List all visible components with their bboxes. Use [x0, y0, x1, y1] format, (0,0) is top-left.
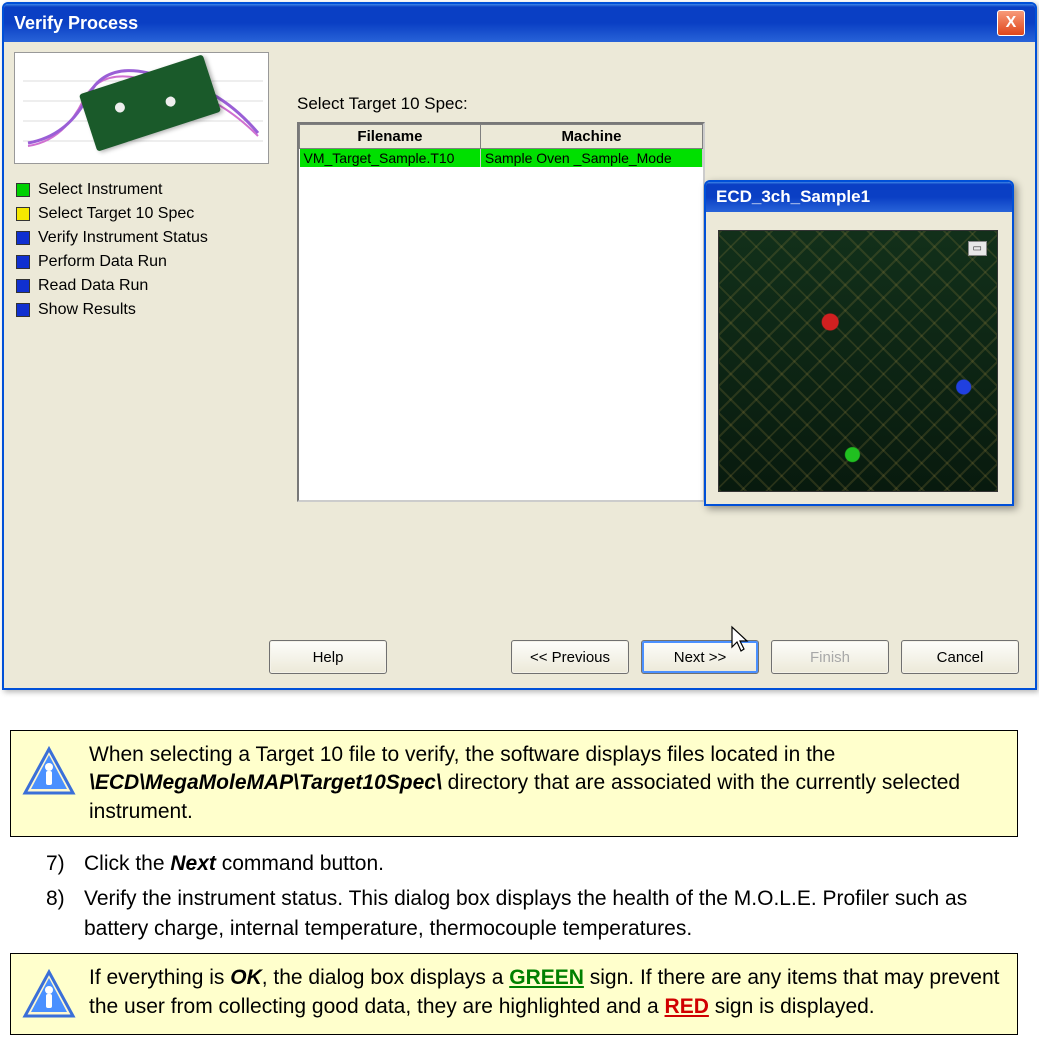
- document-section: When selecting a Target 10 file to verif…: [10, 730, 1018, 1035]
- step-status-icon: [16, 255, 30, 269]
- step-text: Click the Next command button.: [84, 849, 384, 878]
- step-status-icon: [16, 183, 30, 197]
- wizard-thumbnail: [14, 52, 269, 164]
- target-spec-table[interactable]: Filename Machine VM_Target_Sample.T10 Sa…: [297, 122, 705, 502]
- step-label: Verify Instrument Status: [38, 229, 208, 247]
- step-label: Show Results: [38, 301, 136, 319]
- verify-process-window: Verify Process X Select Instrument Selec…: [2, 2, 1037, 690]
- pcb-preview-image: ▭: [718, 230, 998, 492]
- cell-machine: Sample Oven _Sample_Mode: [480, 149, 702, 168]
- info-note: When selecting a Target 10 file to verif…: [10, 730, 1018, 837]
- help-button[interactable]: Help: [269, 640, 387, 674]
- note-text-part: If everything is: [89, 966, 230, 989]
- previous-button[interactable]: << Previous: [511, 640, 629, 674]
- info-icon: [21, 745, 77, 801]
- window-body: Select Instrument Select Target 10 Spec …: [4, 42, 1035, 622]
- step-number: 8): [46, 884, 74, 943]
- note-red-word: RED: [665, 995, 709, 1018]
- note-green-word: GREEN: [509, 966, 584, 989]
- column-header-machine[interactable]: Machine: [480, 125, 702, 149]
- step-status-icon: [16, 231, 30, 245]
- cancel-button[interactable]: Cancel: [901, 640, 1019, 674]
- table-row[interactable]: VM_Target_Sample.T10 Sample Oven _Sample…: [300, 149, 703, 168]
- note-text: If everything is OK, the dialog box disp…: [89, 964, 1003, 1021]
- note-text-part: sign is displayed.: [709, 995, 875, 1018]
- wizard-step: Select Target 10 Spec: [14, 202, 269, 226]
- wizard-step: Read Data Run: [14, 274, 269, 298]
- wizard-button-row: Help << Previous Next >> Finish Cancel: [4, 622, 1035, 688]
- step-label: Select Target 10 Spec: [38, 205, 194, 223]
- wizard-step: Show Results: [14, 298, 269, 322]
- preview-titlebar[interactable]: ECD_3ch_Sample1: [706, 182, 1012, 212]
- wizard-step: Perform Data Run: [14, 250, 269, 274]
- step-status-icon: [16, 279, 30, 293]
- step-label: Read Data Run: [38, 277, 148, 295]
- column-header-filename[interactable]: Filename: [300, 125, 481, 149]
- step-text: Verify the instrument status. This dialo…: [84, 884, 1018, 943]
- note-text-part: When selecting a Target 10 file to verif…: [89, 743, 835, 766]
- cell-filename: VM_Target_Sample.T10: [300, 149, 481, 168]
- wizard-steps-list: Select Instrument Select Target 10 Spec …: [14, 178, 269, 322]
- close-icon: X: [1006, 14, 1017, 32]
- titlebar[interactable]: Verify Process X: [4, 4, 1035, 42]
- note-ok-word: OK: [230, 966, 262, 989]
- wizard-sidebar: Select Instrument Select Target 10 Spec …: [14, 52, 269, 612]
- step-text-part: command button.: [216, 852, 384, 875]
- step-status-icon: [16, 303, 30, 317]
- note-text-part: , the dialog box displays a: [262, 966, 510, 989]
- finish-button: Finish: [771, 640, 889, 674]
- info-note: If everything is OK, the dialog box disp…: [10, 953, 1018, 1035]
- next-button[interactable]: Next >>: [641, 640, 759, 674]
- window-title: Verify Process: [14, 13, 138, 34]
- step-text-part: Click the: [84, 852, 170, 875]
- wizard-step: Select Instrument: [14, 178, 269, 202]
- step-number: 7): [46, 849, 74, 878]
- preview-body: ▭: [706, 212, 1012, 504]
- note-text: When selecting a Target 10 file to verif…: [89, 741, 1003, 826]
- sample-preview-window[interactable]: ECD_3ch_Sample1 ▭: [704, 180, 1014, 506]
- pcb-label-icon: ▭: [968, 241, 987, 256]
- note-path: \ECD\MegaMoleMAP\Target10Spec\: [89, 771, 442, 794]
- step-status-icon: [16, 207, 30, 221]
- select-target-label: Select Target 10 Spec:: [297, 94, 1025, 114]
- step-next-word: Next: [170, 852, 216, 875]
- info-icon: [21, 968, 77, 1024]
- step-label: Perform Data Run: [38, 253, 167, 271]
- preview-title: ECD_3ch_Sample1: [716, 187, 870, 206]
- instruction-step-7: 7) Click the Next command button.: [46, 849, 1018, 878]
- instruction-step-8: 8) Verify the instrument status. This di…: [46, 884, 1018, 943]
- step-label: Select Instrument: [38, 181, 163, 199]
- wizard-step: Verify Instrument Status: [14, 226, 269, 250]
- close-button[interactable]: X: [997, 10, 1025, 36]
